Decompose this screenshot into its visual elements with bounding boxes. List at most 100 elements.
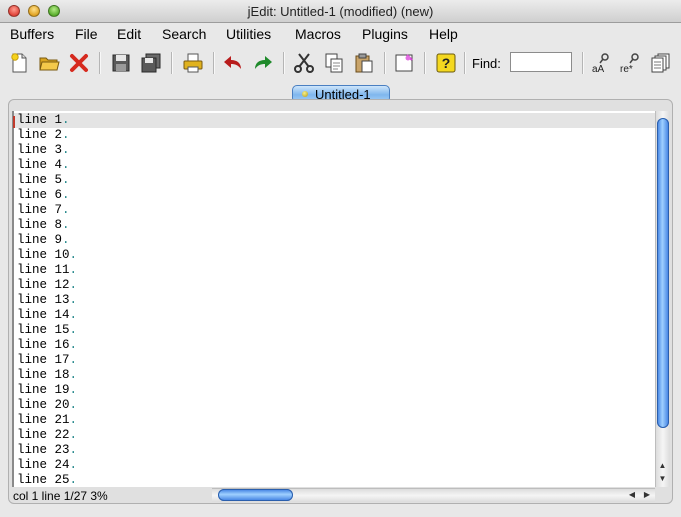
- eol-marker: .: [62, 158, 70, 172]
- eol-marker: .: [69, 308, 78, 322]
- line-text: line 10: [17, 248, 70, 262]
- editor-line: line 17.: [17, 353, 77, 368]
- editor-line: line 3.: [17, 143, 77, 158]
- text-area[interactable]: [12, 111, 655, 487]
- eol-marker: .: [69, 293, 78, 307]
- find-label: Find:: [472, 56, 501, 71]
- scroll-down-arrow-icon[interactable]: ▼: [655, 472, 670, 485]
- vertical-scroll-thumb[interactable]: [657, 118, 669, 428]
- editor-line: line 6.: [17, 188, 77, 203]
- scroll-right-arrow-icon[interactable]: ▶: [640, 488, 654, 502]
- title-bar[interactable]: jEdit: Untitled-1 (modified) (new): [0, 0, 681, 23]
- eol-marker: .: [69, 338, 78, 352]
- editor-line: line 9.: [17, 233, 77, 248]
- svg-text:?: ?: [442, 55, 451, 71]
- line-text: line 19: [17, 383, 70, 397]
- menu-utilities[interactable]: Utilities: [226, 26, 271, 42]
- jedit-window: jEdit: Untitled-1 (modified) (new) Buffe…: [0, 0, 681, 517]
- current-line-highlight: [14, 113, 655, 128]
- help-icon[interactable]: ?: [434, 51, 458, 75]
- editor-line: line 18.: [17, 368, 77, 383]
- modified-indicator-icon: [302, 91, 308, 97]
- line-text: line 11: [17, 263, 70, 277]
- line-text: line 23: [17, 443, 70, 457]
- editor-line: line 16.: [17, 338, 77, 353]
- new-file-icon[interactable]: [7, 51, 31, 75]
- editor-line: line 19.: [17, 383, 77, 398]
- line-text: line 18: [17, 368, 70, 382]
- eol-marker: .: [62, 128, 70, 142]
- paste-icon[interactable]: [352, 51, 376, 75]
- editor-line: line 22.: [17, 428, 77, 443]
- scroll-left-arrow-icon[interactable]: ◀: [625, 488, 639, 502]
- line-text: line 9: [17, 233, 63, 247]
- editor-line: line 25.: [17, 473, 77, 488]
- menu-search[interactable]: Search: [162, 26, 206, 42]
- gutter: [12, 111, 14, 487]
- eol-marker: .: [62, 188, 70, 202]
- horizontal-scroll-thumb[interactable]: [218, 489, 293, 501]
- editor-line: line 21.: [17, 413, 77, 428]
- menu-plugins[interactable]: Plugins: [362, 26, 408, 42]
- hypersearch-icon[interactable]: [649, 51, 673, 75]
- print-icon[interactable]: [181, 51, 205, 75]
- regex-search-icon[interactable]: re*: [619, 51, 643, 75]
- line-text: line 5: [17, 173, 63, 187]
- line-text: line 13: [17, 293, 70, 307]
- redo-icon[interactable]: [251, 51, 275, 75]
- menu-edit[interactable]: Edit: [117, 26, 141, 42]
- line-text: line 3: [17, 143, 63, 157]
- copy-icon[interactable]: [322, 51, 346, 75]
- line-text: line 16: [17, 338, 70, 352]
- line-text: line 12: [17, 278, 70, 292]
- line-text: line 25: [17, 473, 70, 487]
- line-text: line 17: [17, 353, 70, 367]
- editor-line: line 7.: [17, 203, 77, 218]
- eol-marker: .: [62, 233, 70, 247]
- line-text: line 2: [17, 128, 63, 142]
- eol-marker: .: [69, 263, 78, 277]
- eol-marker: .: [69, 353, 78, 367]
- menu-buffers[interactable]: Buffers: [10, 26, 54, 42]
- toolbar: ? Find: aA re*: [0, 46, 681, 82]
- line-text: line 6: [17, 188, 63, 202]
- eol-marker: .: [69, 473, 78, 487]
- eol-marker: .: [69, 398, 78, 412]
- editor-line: line 11.: [17, 263, 77, 278]
- line-text: line 24: [17, 458, 70, 472]
- line-text: line 1: [17, 113, 63, 127]
- editor-line: line 1.: [17, 113, 77, 128]
- svg-text:re*: re*: [620, 64, 633, 74]
- save-all-icon[interactable]: [139, 51, 163, 75]
- editor-line: line 23.: [17, 443, 77, 458]
- new-view-icon[interactable]: [392, 51, 416, 75]
- close-x-icon[interactable]: [67, 51, 91, 75]
- scroll-up-arrow-icon[interactable]: ▲: [655, 459, 670, 472]
- eol-marker: .: [69, 248, 78, 262]
- menu-file[interactable]: File: [75, 26, 98, 42]
- line-text: line 20: [17, 398, 70, 412]
- open-folder-icon[interactable]: [37, 51, 61, 75]
- editor-lines: line 1. line 2. line 3. line 4. line 5. line …: [17, 113, 77, 488]
- save-icon[interactable]: [109, 51, 133, 75]
- line-text: line 21: [17, 413, 70, 427]
- menu-bar: Buffers File Edit Search Utilities Macro…: [0, 23, 681, 45]
- editor-line: line 5.: [17, 173, 77, 188]
- eol-marker: .: [69, 278, 78, 292]
- editor-line: line 2.: [17, 128, 77, 143]
- case-search-icon[interactable]: aA: [589, 51, 613, 75]
- eol-marker: .: [62, 173, 70, 187]
- caret: [13, 116, 15, 128]
- line-text: line 22: [17, 428, 70, 442]
- eol-marker: .: [69, 323, 78, 337]
- menu-help[interactable]: Help: [429, 26, 458, 42]
- menu-macros[interactable]: Macros: [295, 26, 341, 42]
- eol-marker: .: [69, 368, 78, 382]
- eol-marker: .: [62, 203, 70, 217]
- undo-icon[interactable]: [221, 51, 245, 75]
- line-text: line 8: [17, 218, 63, 232]
- cut-icon[interactable]: [292, 51, 316, 75]
- find-input[interactable]: [510, 52, 572, 72]
- editor-line: line 12.: [17, 278, 77, 293]
- editor-line: line 14.: [17, 308, 77, 323]
